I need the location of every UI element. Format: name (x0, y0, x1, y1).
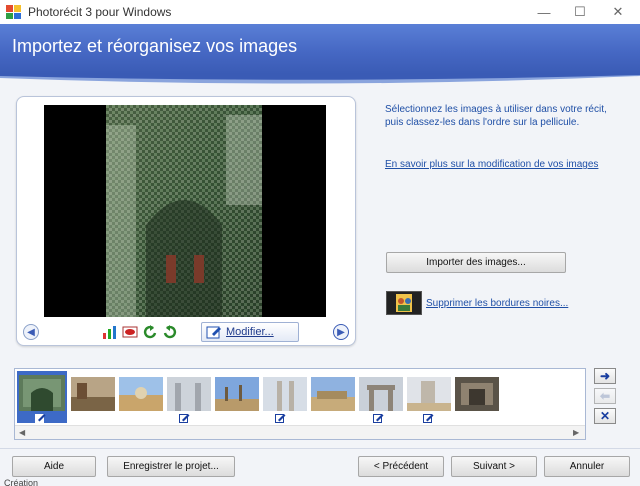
red-eye-icon (122, 326, 138, 338)
auto-correct-button[interactable] (101, 323, 119, 341)
delete-image-button[interactable]: ✕ (594, 408, 616, 424)
thumb-image (359, 377, 403, 411)
thumb-image (455, 377, 499, 411)
edit-marker-icon (179, 414, 190, 423)
move-left-button[interactable]: ⬅ (594, 388, 616, 404)
learn-more-link[interactable]: En savoir plus sur la modification de vo… (385, 158, 610, 171)
thumb-image (215, 377, 259, 411)
red-eye-button[interactable] (121, 323, 139, 341)
remove-borders-link[interactable]: Supprimer les bordures noires... (426, 298, 568, 309)
thumb-image (167, 377, 211, 411)
next-image-button[interactable]: ▶ (333, 324, 349, 340)
thumb-image (407, 377, 451, 411)
filmstrip-thumb[interactable] (359, 377, 403, 411)
filmstrip-thumb[interactable] (263, 377, 307, 411)
move-right-button[interactable]: ➜ (594, 368, 616, 384)
filmstrip-thumb[interactable] (71, 377, 115, 411)
app-window: Photorécit 3 pour Windows — ☐ ✕ Importez… (0, 0, 640, 486)
window-title: Photorécit 3 pour Windows (28, 5, 172, 19)
scroll-right-icon[interactable]: ▶ (573, 428, 579, 437)
edit-marker-icon (373, 414, 384, 423)
chevron-right-icon: ▶ (337, 326, 345, 338)
arrow-left-icon: ⬅ (599, 389, 611, 403)
edit-marker-icon (35, 414, 46, 423)
remove-borders-icon (386, 291, 422, 315)
rotate-right-button[interactable] (161, 323, 179, 341)
rotate-right-icon (163, 325, 177, 339)
thumb-image (311, 377, 355, 411)
help-button[interactable]: Aide (12, 456, 96, 477)
thumb-image (71, 377, 115, 411)
status-text: Création (4, 478, 39, 486)
filmstrip-thumb[interactable] (311, 377, 355, 411)
rotate-left-icon (143, 325, 157, 339)
thumb-image (119, 377, 163, 411)
arrow-right-icon: ➜ (599, 369, 611, 383)
page-title: Importez et réorganisez vos images (12, 36, 298, 56)
scroll-left-icon[interactable]: ◀ (19, 428, 25, 437)
filmstrip-scrollbar[interactable]: ◀ ▶ (15, 425, 585, 439)
filmstrip-thumb[interactable] (167, 377, 211, 411)
chevron-left-icon: ◀ (27, 326, 35, 338)
modify-label: Modifier... (226, 326, 274, 338)
modify-button[interactable]: Modifier... (201, 322, 299, 342)
instructions-text: Sélectionnez les images à utiliser dans … (385, 104, 607, 128)
save-project-button[interactable]: Enregistrer le projet... (107, 456, 235, 477)
filmstrip-thumb[interactable] (455, 377, 499, 411)
next-button[interactable]: Suivant > (451, 456, 537, 477)
image-preview-panel: ◀ Modifier... ▶ (16, 96, 356, 346)
filmstrip: ◀ ▶ (14, 368, 586, 440)
image-preview (44, 105, 326, 317)
filmstrip-thumb[interactable] (407, 377, 451, 411)
edit-icon (206, 326, 221, 339)
close-icon: ✕ (599, 409, 611, 423)
preview-photo (106, 105, 262, 317)
remove-borders-row[interactable]: Supprimer les bordures noires... (386, 291, 568, 315)
photostory-app-icon (6, 5, 21, 19)
maximize-button[interactable]: ☐ (562, 2, 598, 22)
title-bar: Photorécit 3 pour Windows — ☐ ✕ (0, 0, 640, 24)
wizard-header: Importez et réorganisez vos images (0, 24, 640, 74)
edit-marker-icon (275, 414, 286, 423)
rotate-left-button[interactable] (141, 323, 159, 341)
thumb-image (19, 375, 65, 411)
edit-marker-icon (423, 414, 434, 423)
filmstrip-thumb[interactable] (119, 377, 163, 411)
minimize-button[interactable]: — (526, 2, 562, 22)
auto-correct-icon (103, 326, 116, 339)
previous-button[interactable]: < Précédent (358, 456, 444, 477)
import-images-button[interactable]: Importer des images... (386, 252, 566, 273)
filmstrip-thumb[interactable] (215, 377, 259, 411)
thumb-image (263, 377, 307, 411)
previous-image-button[interactable]: ◀ (23, 324, 39, 340)
filmstrip-thumb-selected[interactable] (17, 371, 67, 423)
preview-toolbar: ◀ Modifier... ▶ (17, 319, 355, 345)
cancel-button[interactable]: Annuler (544, 456, 630, 477)
close-button[interactable]: ✕ (600, 2, 636, 22)
header-swoosh (0, 74, 640, 84)
